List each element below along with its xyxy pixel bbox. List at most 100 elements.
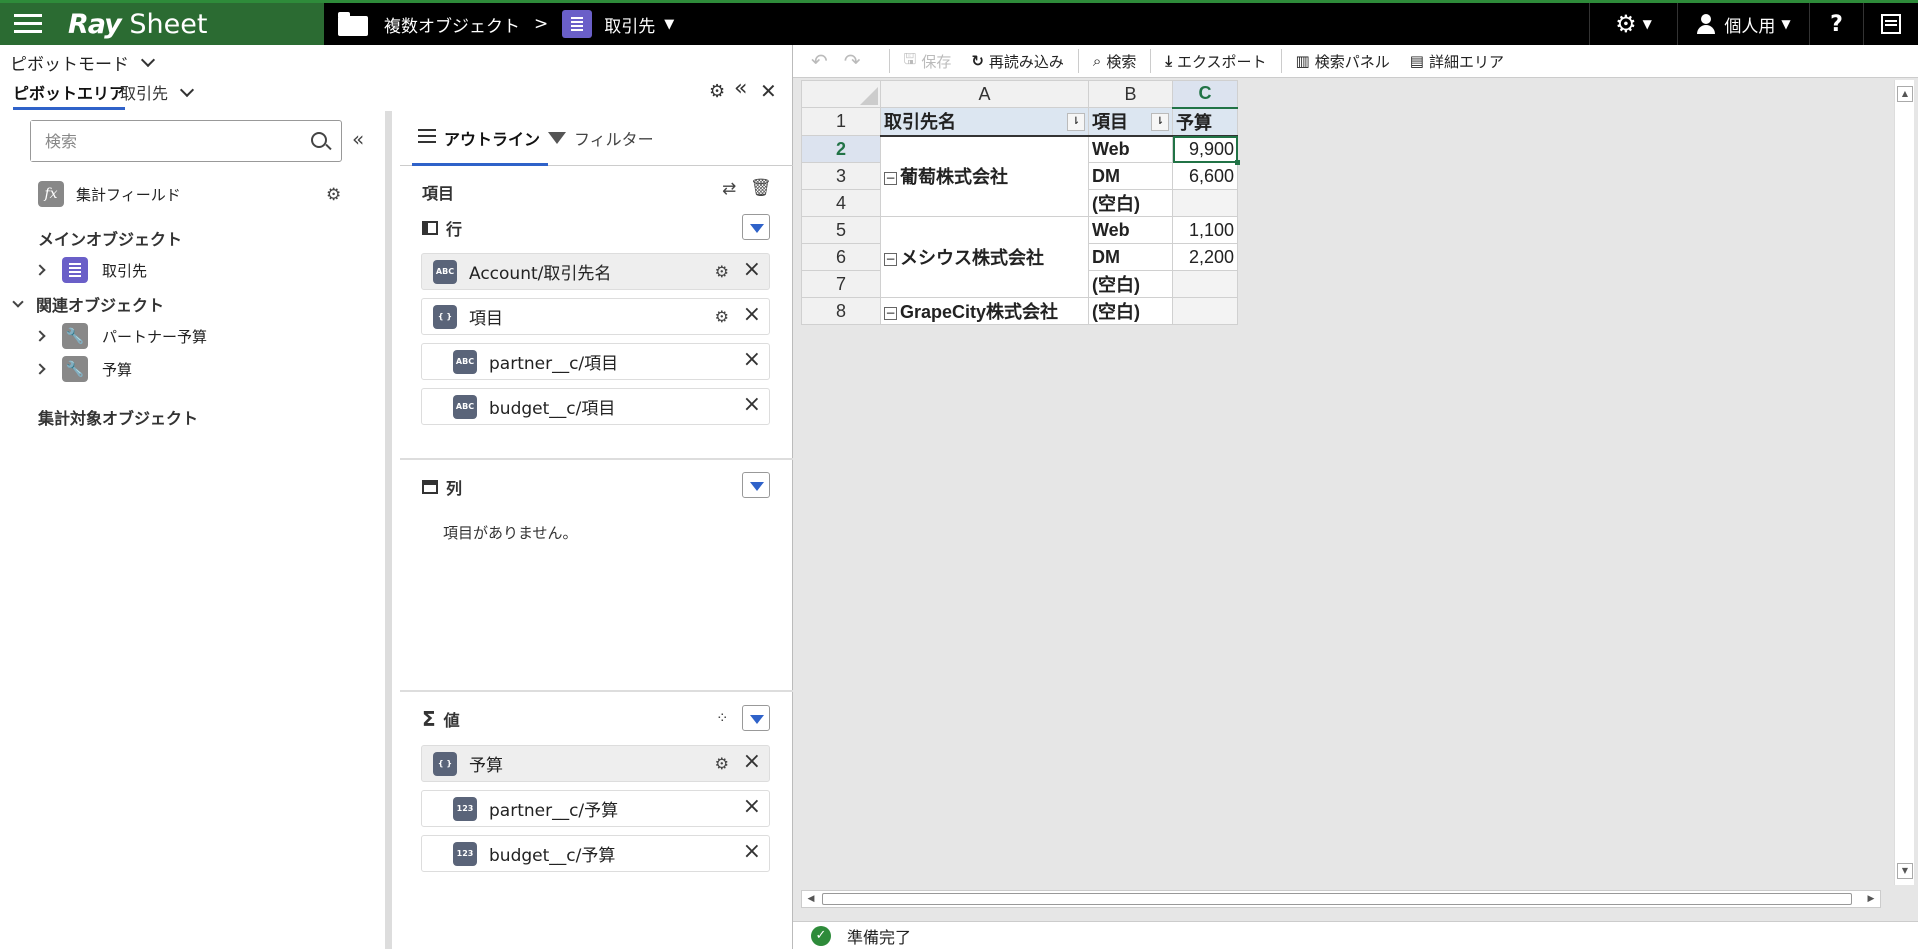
cell[interactable]: 6,600	[1172, 162, 1238, 190]
search-icon[interactable]	[311, 132, 327, 148]
breadcrumb-root[interactable]: 複数オブジェクト	[384, 12, 520, 37]
close-icon[interactable]: ✕	[760, 79, 777, 103]
collapse-group-icon[interactable]: −	[884, 307, 897, 320]
cell[interactable]	[1172, 297, 1238, 325]
group-cell[interactable]: − メシウス株式会社	[880, 216, 1089, 298]
sort-filter-icon[interactable]: ⇂	[1067, 113, 1085, 131]
scroll-right-icon[interactable]: ▶	[1864, 892, 1878, 906]
search-input[interactable]	[31, 121, 291, 161]
breadcrumb-current[interactable]: 取引先	[604, 12, 655, 37]
value-field-budget-budget[interactable]: 123 budget__c/予算 ×	[421, 835, 770, 872]
cell[interactable]: DM	[1088, 162, 1173, 190]
close-icon[interactable]: ×	[743, 302, 761, 327]
chevron-down-icon[interactable]: ▼	[664, 17, 674, 32]
row-header[interactable]: 2	[801, 135, 881, 163]
chevron-right-icon[interactable]	[34, 330, 46, 342]
header-cell[interactable]: 取引先名 ⇂	[880, 107, 1089, 137]
cell[interactable]	[1172, 189, 1238, 217]
related-objects-group[interactable]: 関連オブジェクト	[12, 290, 164, 318]
chevron-right-icon[interactable]	[34, 264, 46, 276]
scroll-up-icon[interactable]: ▲	[1897, 86, 1913, 102]
scroll-thumb[interactable]	[822, 893, 1852, 905]
row-field-account-name[interactable]: ABC Account/取引先名 ⚙ ×	[421, 253, 770, 290]
cell[interactable]: (空白)	[1088, 189, 1173, 217]
help-button[interactable]: ?	[1809, 3, 1863, 45]
header-cell[interactable]: 予算	[1172, 107, 1238, 137]
collapse-icon[interactable]: «	[734, 77, 747, 101]
column-header[interactable]: B	[1088, 80, 1173, 108]
cell[interactable]: DM	[1088, 243, 1173, 271]
cell[interactable]: 9,900	[1172, 135, 1241, 165]
settings-menu-button[interactable]: ⚙ ▼	[1589, 3, 1677, 45]
layout-button[interactable]	[1863, 3, 1918, 45]
gear-icon[interactable]: ⚙	[709, 80, 725, 104]
gear-icon[interactable]: ⚙	[715, 262, 729, 281]
collapse-group-icon[interactable]: −	[884, 172, 897, 186]
select-all-corner[interactable]	[801, 80, 881, 108]
row-header[interactable]: 4	[801, 189, 881, 217]
collapse-group-icon[interactable]: −	[884, 253, 897, 266]
gear-icon[interactable]: ⚙	[326, 185, 341, 205]
chevron-down-icon[interactable]	[12, 296, 24, 308]
reload-button[interactable]: ↻ 再読み込み	[961, 45, 1074, 78]
rows-dropdown-button[interactable]	[742, 214, 770, 240]
row-header[interactable]: 5	[801, 216, 881, 244]
close-icon[interactable]: ×	[743, 749, 761, 774]
row-header[interactable]: 8	[801, 297, 881, 325]
undo-button[interactable]: ↶	[793, 45, 836, 78]
related-item-budget[interactable]: 🔧 予算	[34, 355, 132, 383]
collapse-left-icon[interactable]: «	[352, 127, 364, 151]
user-menu-button[interactable]: 個人用 ▼	[1677, 3, 1809, 45]
cell[interactable]: (空白)	[1088, 270, 1173, 298]
column-header[interactable]: C	[1172, 80, 1238, 109]
grid-icon[interactable]: ⁘	[716, 709, 729, 727]
scroll-down-icon[interactable]: ▼	[1897, 863, 1913, 879]
columns-dropdown-button[interactable]	[742, 472, 770, 498]
group-cell[interactable]: − 葡萄株式会社	[880, 135, 1089, 217]
save-button[interactable]: 🖫 保存	[894, 45, 962, 78]
cell[interactable]: 1,100	[1172, 216, 1238, 244]
sync-icon[interactable]: ⇄	[722, 179, 736, 199]
cell[interactable]: Web	[1088, 216, 1173, 244]
value-field-partner-budget[interactable]: 123 partner__c/予算 ×	[421, 790, 770, 827]
calc-field-item[interactable]: fx 集計フィールド	[38, 180, 181, 208]
values-dropdown-button[interactable]	[742, 705, 770, 731]
cell[interactable]: Web	[1088, 135, 1173, 163]
tab-object-select[interactable]: 取引先	[120, 80, 195, 104]
row-header[interactable]: 1	[801, 107, 881, 136]
close-icon[interactable]: ×	[743, 392, 761, 417]
header-cell[interactable]: 項目 ⇂	[1088, 107, 1173, 137]
search-panel-button[interactable]: ▥ 検索パネル	[1286, 45, 1400, 78]
close-icon[interactable]: ×	[743, 257, 761, 282]
gear-icon[interactable]: ⚙	[715, 307, 729, 326]
cell[interactable]: (空白)	[1088, 297, 1173, 325]
chevron-right-icon[interactable]	[34, 363, 46, 375]
row-field-budget-item[interactable]: ABC budget__c/項目 ×	[421, 388, 770, 425]
tab-outline[interactable]: アウトライン	[412, 126, 549, 166]
tab-pivot-area[interactable]: ピボットエリア	[13, 80, 126, 110]
close-icon[interactable]: ×	[743, 839, 761, 864]
main-object-item[interactable]: 取引先	[34, 256, 147, 284]
search-button[interactable]: ⌕ 検索	[1083, 45, 1146, 78]
detail-area-button[interactable]: ▤ 詳細エリア	[1400, 45, 1514, 78]
row-header[interactable]: 6	[801, 243, 881, 271]
menu-icon[interactable]	[14, 12, 42, 36]
sort-filter-icon[interactable]: ⇂	[1151, 113, 1169, 131]
group-cell[interactable]: − GrapeCity株式会社	[880, 297, 1089, 325]
row-header[interactable]: 7	[801, 270, 881, 298]
gear-icon[interactable]: ⚙	[715, 754, 729, 773]
row-header[interactable]: 3	[801, 162, 881, 190]
export-button[interactable]: ⤓ エクスポート	[1155, 45, 1276, 78]
pivot-mode-dropdown[interactable]: ピボットモード	[10, 49, 156, 75]
cell[interactable]	[1172, 270, 1238, 298]
row-field-item[interactable]: { } 項目 ⚙ ×	[421, 298, 770, 335]
related-item-partner-budget[interactable]: 🔧 パートナー予算	[34, 322, 207, 350]
horizontal-scrollbar[interactable]: ◀ ▶	[801, 890, 1881, 908]
redo-button[interactable]: ↷	[836, 45, 885, 78]
trash-icon[interactable]: 🗑	[750, 178, 772, 198]
value-field-budget[interactable]: { } 予算 ⚙ ×	[421, 745, 770, 782]
column-header[interactable]: A	[880, 80, 1089, 108]
row-field-partner-item[interactable]: ABC partner__c/項目 ×	[421, 343, 770, 380]
tab-filter[interactable]: フィルター	[548, 126, 654, 150]
vertical-scrollbar[interactable]: ▲ ▼	[1894, 80, 1914, 885]
